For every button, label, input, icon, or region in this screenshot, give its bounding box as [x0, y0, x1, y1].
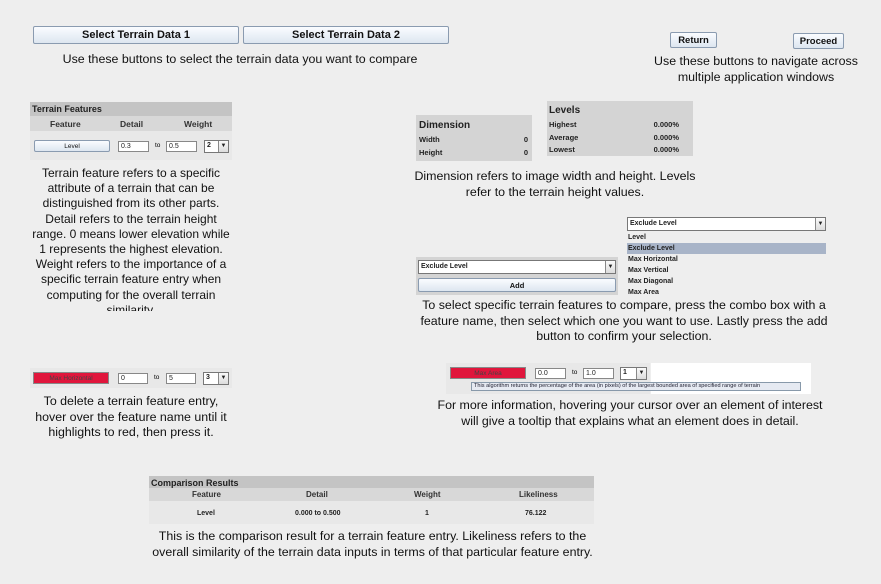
levels-panel: Levels Highest 0.000% Average 0.000% Low…: [547, 101, 693, 156]
weight-value: 2: [207, 142, 211, 149]
detail-to-field[interactable]: 0.5: [166, 141, 197, 152]
select-terrain-data-1-button[interactable]: Select Terrain Data 1: [33, 26, 239, 44]
dimension-title: Dimension: [419, 120, 471, 131]
dimension-panel: Dimension Width 0 Height 0: [416, 115, 532, 161]
height-value: 0: [523, 148, 528, 157]
width-value: 0: [523, 135, 528, 144]
delete-detail-to-field[interactable]: 5: [166, 373, 196, 384]
feature-combo-value: Exclude Level: [630, 220, 677, 227]
feature-level-button[interactable]: Level: [34, 140, 110, 152]
tooltip-detail-from-field[interactable]: 0.0: [535, 368, 566, 379]
select-terrain-data-2-button[interactable]: Select Terrain Data 2: [243, 26, 449, 44]
delete-weight-value: 3: [206, 374, 210, 381]
cmp-row-weight: 1: [425, 510, 429, 517]
header-feature: Feature: [50, 119, 81, 129]
option-level[interactable]: Level: [627, 232, 826, 243]
option-max-diagonal[interactable]: Max Diagonal: [627, 276, 826, 287]
chevron-down-icon: ▼: [815, 218, 825, 230]
option-exclude-level[interactable]: Exclude Level: [627, 243, 826, 254]
tooltip-weight-value: 1: [623, 369, 627, 376]
cmp-header-weight: Weight: [414, 490, 441, 499]
option-max-vertical[interactable]: Max Vertical: [627, 265, 826, 276]
add-feature-combo[interactable]: Exclude Level ▼: [418, 260, 616, 274]
chevron-down-icon: ▼: [636, 368, 646, 379]
option-max-area[interactable]: Max Area: [627, 287, 826, 298]
comparison-results-panel: Comparison Results Feature Detail Weight…: [149, 476, 594, 524]
algorithm-tooltip: This algorithm returns the percentage of…: [471, 382, 801, 391]
proceed-button[interactable]: Proceed: [793, 33, 844, 49]
combo-box-description: To select specific terrain features to c…: [420, 298, 828, 344]
delete-example-row: Max Horizontal 0 to 5 3 ▼: [30, 368, 232, 388]
comparison-description: This is the comparison result for a terr…: [152, 529, 593, 559]
max-area-button[interactable]: Max Area: [450, 367, 526, 379]
chevron-down-icon: ▼: [218, 373, 228, 384]
average-value: 0.000%: [653, 133, 679, 142]
terrain-feature-description: Terrain feature refers to a specific att…: [32, 166, 230, 311]
cmp-row-likeliness: 76.122: [525, 510, 547, 517]
lowest-value: 0.000%: [653, 145, 679, 154]
navigate-description: Use these buttons to navigate across mul…: [654, 54, 858, 84]
width-label: Width: [419, 135, 440, 144]
lowest-label: Lowest: [549, 145, 575, 154]
header-detail: Detail: [120, 119, 144, 129]
feature-dropdown-list: Level Exclude Level Max Horizontal Max V…: [627, 232, 826, 298]
add-feature-panel: Exclude Level ▼ Add: [416, 257, 618, 295]
tooltip-weight-combo[interactable]: 1 ▼: [620, 367, 647, 380]
chevron-down-icon: ▼: [218, 141, 228, 152]
terrain-features-title: Terrain Features: [32, 104, 102, 114]
max-horizontal-delete-button[interactable]: Max Horizontal: [33, 372, 109, 384]
cmp-header-feature: Feature: [192, 490, 221, 499]
highest-value: 0.000%: [653, 120, 679, 129]
average-label: Average: [549, 133, 579, 142]
dimension-levels-description: Dimension refers to image width and heig…: [414, 169, 696, 199]
cmp-header-likeliness: Likeliness: [519, 490, 558, 499]
select-terrain-description: Use these buttons to select the terrain …: [62, 52, 418, 66]
cmp-row-feature: Level: [197, 510, 215, 517]
delete-entry-description: To delete a terrain feature entry, hover…: [35, 394, 227, 440]
tooltip-detail-to-field[interactable]: 1.0: [583, 368, 614, 379]
terrain-features-panel: Terrain Features Feature Detail Weight L…: [30, 102, 232, 160]
to-label: to: [572, 369, 578, 376]
height-label: Height: [419, 148, 443, 157]
tooltip-description: For more information, hovering your curs…: [437, 398, 823, 428]
add-feature-combo-value: Exclude Level: [421, 263, 468, 270]
cmp-row-detail: 0.000 to 0.500: [295, 510, 341, 517]
cmp-header-detail: Detail: [306, 490, 328, 499]
comparison-results-title: Comparison Results: [151, 478, 239, 488]
option-max-horizontal[interactable]: Max Horizontal: [627, 254, 826, 265]
chevron-down-icon: ▼: [605, 261, 615, 273]
to-label: to: [154, 374, 160, 381]
weight-combo[interactable]: 2 ▼: [204, 140, 229, 153]
highest-label: Highest: [549, 120, 577, 129]
to-label: to: [155, 142, 161, 149]
header-weight: Weight: [184, 119, 213, 129]
add-button[interactable]: Add: [418, 278, 616, 292]
return-button[interactable]: Return: [670, 32, 717, 48]
delete-weight-combo[interactable]: 3 ▼: [203, 372, 229, 385]
delete-detail-from-field[interactable]: 0: [118, 373, 148, 384]
levels-title: Levels: [549, 105, 581, 116]
detail-from-field[interactable]: 0.3: [118, 141, 149, 152]
feature-combo-open[interactable]: Exclude Level ▼: [627, 217, 826, 231]
